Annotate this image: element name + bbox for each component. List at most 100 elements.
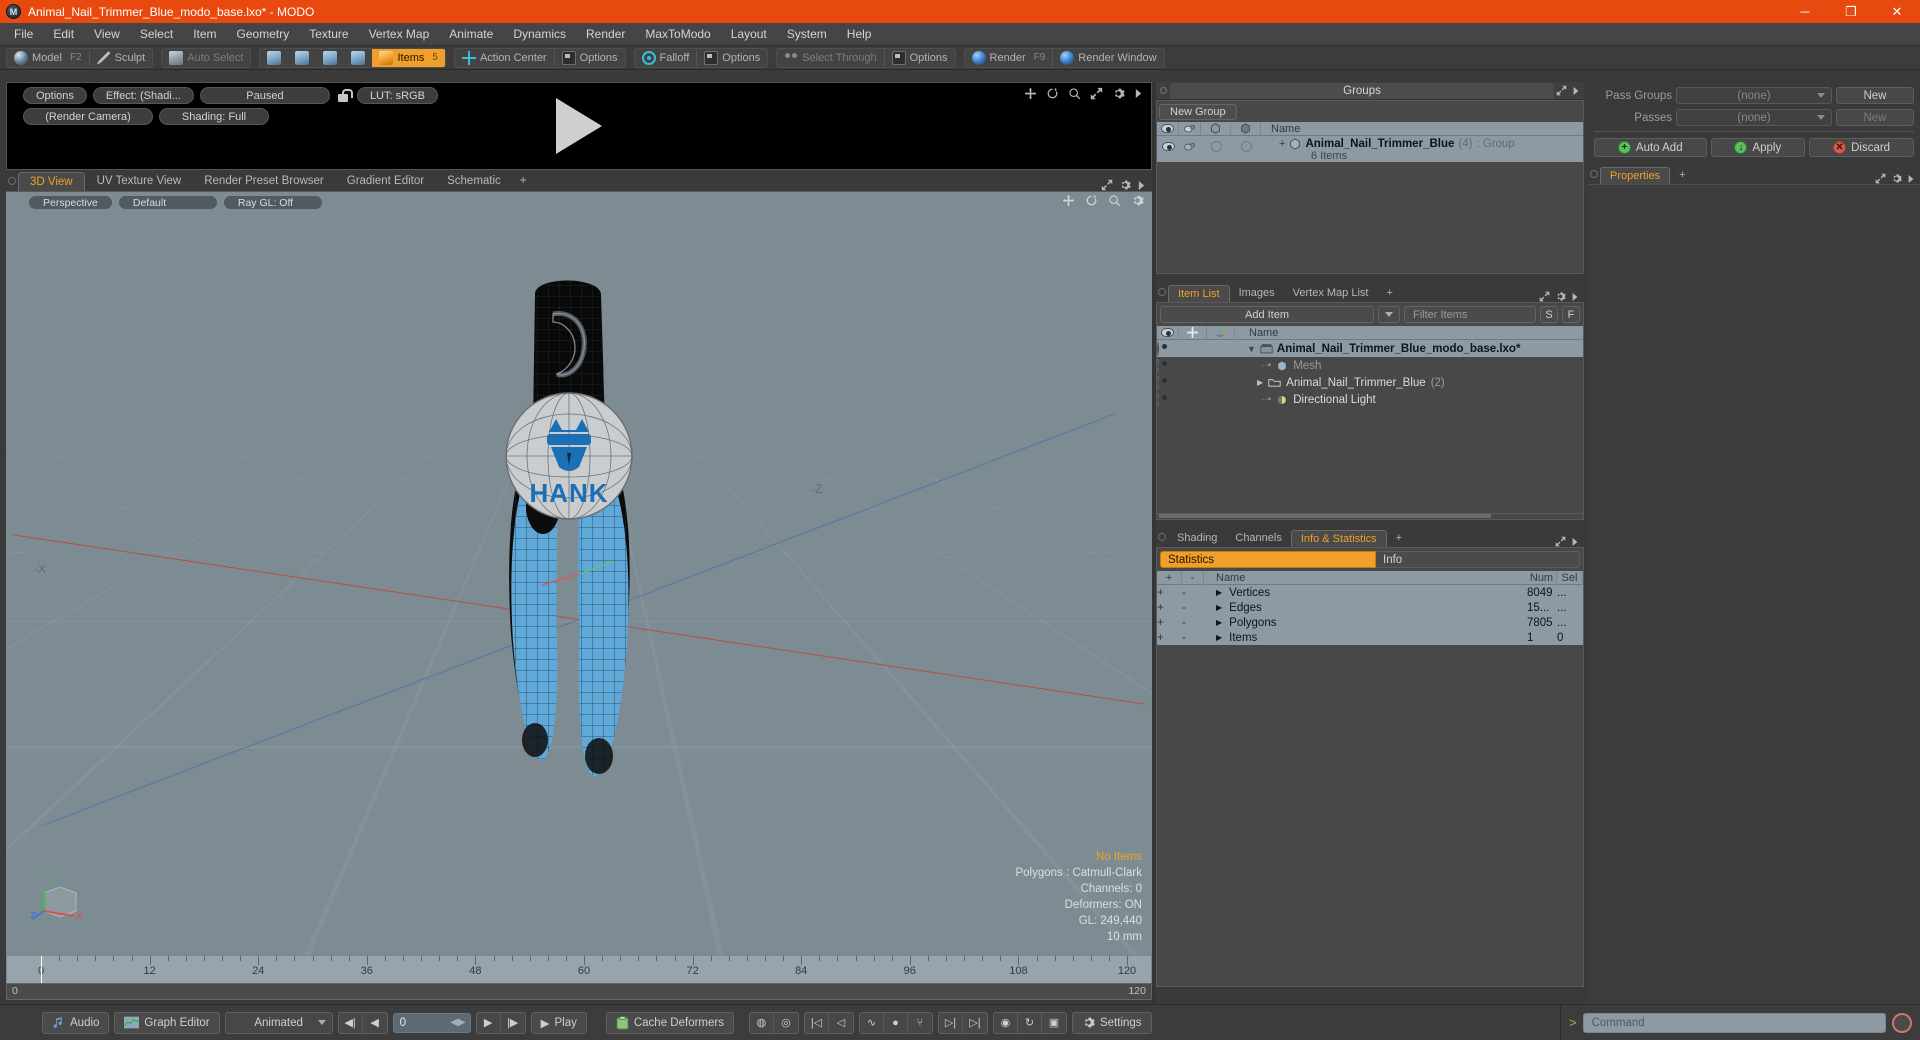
- preview-lut-button[interactable]: LUT: sRGB: [356, 87, 438, 104]
- discard-button[interactable]: ✕ Discard: [1809, 138, 1914, 157]
- tab-properties[interactable]: Properties: [1600, 167, 1671, 184]
- table-row[interactable]: + - ▶ Edges 15... ...: [1157, 600, 1583, 615]
- auto-add-button[interactable]: + Auto Add: [1594, 138, 1707, 157]
- command-input[interactable]: Command: [1582, 1012, 1886, 1033]
- list-item[interactable]: ▼ Animal_Nail_Trimmer_Blue_modo_base.lxo…: [1157, 340, 1583, 357]
- gear-icon[interactable]: [1891, 173, 1902, 184]
- row-add-button[interactable]: +: [1157, 617, 1182, 629]
- unlock-icon[interactable]: [336, 88, 353, 103]
- zoom-icon[interactable]: [1108, 194, 1121, 207]
- row-expander[interactable]: ▶: [1216, 618, 1222, 627]
- edge-mode-button[interactable]: [288, 49, 316, 67]
- group-expander[interactable]: +: [1279, 138, 1285, 150]
- arrow-right-icon[interactable]: [1137, 180, 1146, 191]
- arrow-right-icon[interactable]: [1572, 86, 1580, 96]
- settings-button[interactable]: Settings: [1071, 1011, 1152, 1034]
- select-through-button[interactable]: Select Through: [777, 49, 883, 67]
- table-row[interactable]: + - ▶ Polygons 7805 ...: [1157, 615, 1583, 630]
- preview-paused-button[interactable]: Paused: [199, 87, 330, 104]
- row-remove-button[interactable]: -: [1182, 587, 1204, 599]
- preview-effect-button[interactable]: Effect: (Shadi...: [92, 87, 194, 104]
- gear-icon[interactable]: [1131, 194, 1144, 207]
- refresh-icon[interactable]: [1085, 194, 1098, 207]
- disable-deformers-button[interactable]: ◎: [774, 1013, 798, 1033]
- row-shape-a-toggle[interactable]: [1201, 138, 1231, 155]
- menu-geometry[interactable]: Geometry: [227, 23, 300, 46]
- cache-deformers-button[interactable]: Cache Deformers: [605, 1011, 734, 1034]
- row-expander[interactable]: ▶: [1216, 603, 1222, 612]
- menu-edit[interactable]: Edit: [43, 23, 84, 46]
- statistics-mode-button[interactable]: Statistics: [1160, 551, 1376, 568]
- 3d-viewport[interactable]: -Z -X Perspective Default Ray GL: Off HA…: [6, 192, 1152, 955]
- falloff-button[interactable]: Falloff: [635, 49, 697, 67]
- go-to-end-button[interactable]: |▶: [501, 1013, 525, 1033]
- next-key-button[interactable]: ▶: [477, 1012, 501, 1033]
- tab-schematic[interactable]: Schematic: [436, 172, 512, 191]
- menu-vertex-map[interactable]: Vertex Map: [359, 23, 440, 46]
- action-center-button[interactable]: Action Center: [455, 49, 554, 67]
- go-to-start-button[interactable]: ◀|: [339, 1012, 363, 1033]
- graph-editor-button[interactable]: Graph Editor: [114, 1011, 220, 1034]
- frame-stepper-icon[interactable]: ◀▶: [450, 1017, 465, 1028]
- tab-item-list[interactable]: Item List: [1168, 285, 1230, 302]
- last-keyframe-button[interactable]: ▷|: [963, 1013, 987, 1033]
- viewport-raygl-button[interactable]: Ray GL: Off: [222, 194, 323, 210]
- menu-help[interactable]: Help: [837, 23, 882, 46]
- row-visibility-toggle[interactable]: [1157, 138, 1179, 155]
- apply-button[interactable]: ↓ Apply: [1710, 138, 1806, 157]
- set-key-button[interactable]: ●: [884, 1012, 908, 1033]
- filter-s-button[interactable]: S: [1540, 306, 1558, 323]
- list-item[interactable]: ▶ Animal_Nail_Trimmer_Blue (2): [1157, 374, 1583, 391]
- add-key-button[interactable]: ◉: [994, 1012, 1018, 1033]
- new-group-button[interactable]: New Group: [1159, 103, 1237, 120]
- prev-key-alt-button[interactable]: ◁: [829, 1013, 853, 1033]
- menu-layout[interactable]: Layout: [721, 23, 777, 46]
- expand-icon[interactable]: [1556, 85, 1567, 96]
- row-expander[interactable]: ▶: [1216, 588, 1222, 597]
- transform-gizmo[interactable]: [534, 529, 624, 619]
- menu-file[interactable]: File: [4, 23, 43, 46]
- timeline-playhead[interactable]: [41, 956, 42, 984]
- list-item[interactable]: ··▪ Directional Light: [1157, 391, 1583, 408]
- row-render-toggle[interactable]: [1179, 138, 1201, 155]
- gear-icon[interactable]: [1555, 291, 1566, 302]
- row-remove-button[interactable]: -: [1182, 632, 1204, 644]
- add-tab-button[interactable]: +: [513, 172, 534, 191]
- expand-icon[interactable]: [1875, 173, 1886, 184]
- tab-info-statistics[interactable]: Info & Statistics: [1290, 530, 1387, 547]
- previous-key-button[interactable]: ◀: [363, 1013, 387, 1033]
- falloff-options-button[interactable]: Options: [697, 49, 767, 67]
- menu-animate[interactable]: Animate: [439, 23, 503, 46]
- preview-camera-button[interactable]: (Render Camera): [23, 108, 153, 125]
- new-pass-group-button[interactable]: New: [1836, 87, 1914, 104]
- enable-deformers-button[interactable]: ◍: [750, 1012, 774, 1033]
- polygon-mode-button[interactable]: [316, 49, 344, 67]
- pass-groups-dropdown[interactable]: (none): [1676, 87, 1832, 104]
- groups-row[interactable]: + Animal_Nail_Trimmer_Blue (4) : Group 6…: [1157, 136, 1583, 162]
- expand-icon[interactable]: [1555, 536, 1566, 547]
- panel-handle[interactable]: [1156, 87, 1170, 94]
- model-mode-button[interactable]: Model F2: [7, 49, 89, 67]
- panel-handle[interactable]: [1588, 164, 1600, 184]
- row-visibility-toggle[interactable]: [1157, 392, 1179, 407]
- table-row[interactable]: + - ▶ Items 1 0: [1157, 630, 1583, 645]
- menu-render[interactable]: Render: [576, 23, 635, 46]
- audio-button[interactable]: Audio: [42, 1011, 110, 1034]
- add-item-dropdown[interactable]: [1378, 306, 1400, 323]
- timeline[interactable]: 0 12 24 36 48 60 72 84 96 108 120 0 120: [6, 955, 1152, 1001]
- row-expander[interactable]: ▶: [1216, 633, 1222, 642]
- tab-3d-view[interactable]: 3D View: [18, 172, 85, 191]
- arrow-right-icon[interactable]: [1134, 88, 1143, 99]
- row-shape-b-toggle[interactable]: [1231, 138, 1261, 155]
- cycle-key-button[interactable]: ↻: [1018, 1012, 1042, 1033]
- menu-select[interactable]: Select: [130, 23, 183, 46]
- row-visibility-toggle[interactable]: [1157, 375, 1179, 390]
- expand-icon[interactable]: [1090, 87, 1103, 100]
- gear-icon[interactable]: [1119, 179, 1131, 191]
- tab-bar-handle[interactable]: [6, 171, 18, 191]
- menu-texture[interactable]: Texture: [299, 23, 358, 46]
- viewport-perspective-button[interactable]: Perspective: [28, 194, 113, 210]
- menu-item[interactable]: Item: [183, 23, 226, 46]
- preview-shading-button[interactable]: Shading: Full: [159, 108, 269, 125]
- preview-options-button[interactable]: Options: [23, 87, 87, 104]
